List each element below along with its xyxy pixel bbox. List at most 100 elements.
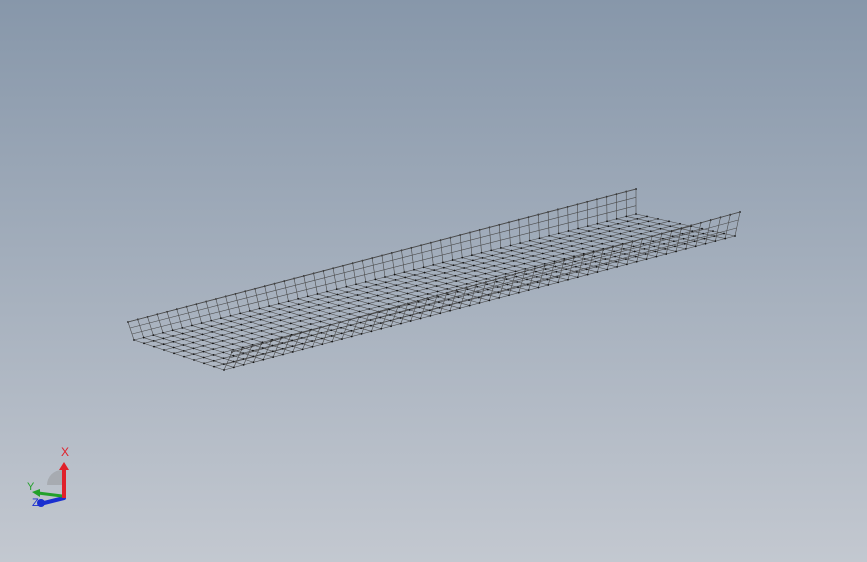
- mesh-node: [530, 244, 532, 247]
- mesh-node: [336, 293, 339, 296]
- mesh-node: [211, 331, 214, 333]
- mesh-node: [645, 258, 648, 261]
- mesh-node: [474, 275, 477, 277]
- mesh-node: [542, 257, 545, 260]
- mesh-node: [664, 248, 667, 250]
- mesh-node: [442, 261, 444, 264]
- mesh-node: [533, 260, 535, 263]
- mesh-node: [557, 232, 560, 235]
- mesh-node: [626, 220, 629, 223]
- mesh-node: [288, 305, 290, 308]
- mesh-node: [200, 322, 203, 324]
- mesh-node: [231, 331, 233, 334]
- mesh-node: [269, 316, 272, 319]
- mesh-node: [223, 369, 225, 371]
- mesh-node: [133, 339, 135, 341]
- orientation-triad[interactable]: X Y Z: [18, 440, 78, 510]
- mesh-node: [201, 339, 204, 342]
- mesh-node: [222, 363, 225, 366]
- mesh-node: [603, 253, 606, 255]
- mesh-node: [239, 318, 242, 320]
- mesh-node: [393, 273, 396, 276]
- mesh-node: [428, 309, 431, 312]
- mesh-node: [491, 254, 494, 257]
- mesh-node: [394, 278, 397, 281]
- mesh-node: [701, 227, 703, 230]
- mesh-node: [422, 266, 425, 269]
- mesh-node: [573, 255, 575, 258]
- mesh-node: [287, 300, 290, 303]
- model-canvas[interactable]: [0, 0, 867, 562]
- mesh-node: [291, 345, 294, 348]
- mesh-node: [379, 322, 382, 325]
- mesh-node: [306, 295, 309, 298]
- mesh-node: [476, 285, 479, 288]
- mesh-node: [473, 269, 476, 272]
- mesh-node: [472, 264, 475, 267]
- mesh-node: [466, 288, 469, 291]
- mesh-node: [624, 253, 626, 255]
- mesh-node: [445, 282, 448, 285]
- mesh-node: [637, 222, 640, 225]
- mesh-node: [330, 335, 333, 337]
- mesh-node: [291, 351, 294, 353]
- mesh-node: [405, 281, 407, 284]
- mesh-node: [288, 311, 291, 314]
- mesh-node: [535, 270, 537, 273]
- mesh-node: [504, 272, 507, 275]
- mesh-node: [654, 250, 657, 253]
- mesh-node: [510, 249, 513, 252]
- mesh-node: [311, 345, 314, 348]
- mesh-node: [477, 296, 480, 299]
- mesh-node: [625, 215, 628, 218]
- mesh-node: [339, 315, 341, 318]
- mesh-node: [495, 280, 498, 283]
- mesh-node: [672, 240, 675, 243]
- mesh-node: [341, 338, 343, 340]
- mesh-node: [734, 235, 736, 237]
- mesh-node: [429, 314, 432, 317]
- 3d-viewport[interactable]: X Y Z: [0, 0, 867, 562]
- mesh-node: [376, 289, 378, 292]
- mesh-node: [249, 315, 252, 318]
- mesh-node: [221, 334, 224, 337]
- mesh-node: [608, 230, 611, 233]
- mesh-node: [202, 356, 205, 359]
- mesh-node: [316, 293, 319, 295]
- mesh-node: [301, 348, 304, 351]
- mesh-node: [434, 274, 436, 277]
- mesh-node: [620, 237, 623, 240]
- mesh-node: [643, 248, 646, 250]
- mesh-node: [308, 306, 310, 309]
- mesh-node: [242, 352, 245, 355]
- mesh-node: [271, 350, 274, 353]
- mesh-node: [652, 240, 655, 243]
- mesh-node: [619, 232, 622, 235]
- mesh-node: [576, 276, 579, 279]
- mesh-node: [182, 338, 184, 341]
- mesh-node: [202, 350, 205, 353]
- mesh-node: [702, 232, 705, 235]
- mesh-node: [713, 235, 716, 238]
- mesh-node: [279, 313, 281, 316]
- mesh-node: [282, 353, 284, 356]
- mesh-node: [464, 272, 466, 275]
- mesh-node: [550, 245, 553, 247]
- mesh-node: [355, 283, 357, 286]
- mesh-node: [458, 301, 461, 304]
- mesh-node: [181, 332, 184, 335]
- mesh-node: [615, 217, 618, 220]
- mesh-node: [248, 310, 251, 312]
- mesh-node: [628, 225, 630, 228]
- mesh-node: [366, 291, 369, 294]
- mesh-node: [640, 232, 642, 235]
- mesh-node: [384, 281, 387, 284]
- mesh-node: [399, 317, 402, 319]
- mesh-node: [289, 322, 292, 325]
- mesh-node: [703, 237, 706, 240]
- mesh-node: [320, 337, 323, 340]
- mesh-node: [309, 317, 312, 320]
- z-axis-arrow: [42, 496, 66, 505]
- mesh-node: [326, 296, 329, 298]
- mesh-node: [613, 250, 615, 253]
